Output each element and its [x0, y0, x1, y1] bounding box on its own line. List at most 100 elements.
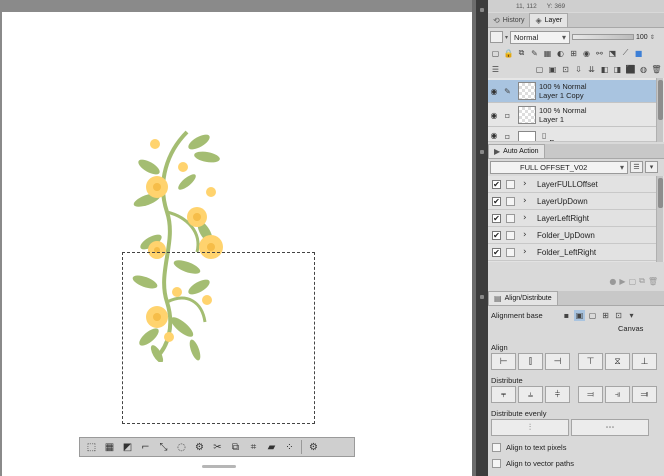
- select-all-icon[interactable]: ▦: [101, 440, 118, 455]
- tab-align-distribute[interactable]: ▤ Align/Distribute: [488, 291, 558, 305]
- distribute-left-icon[interactable]: ⫤: [578, 386, 603, 403]
- grip-icon[interactable]: [480, 150, 484, 154]
- align-text-pixels-row[interactable]: Align to text pixels: [488, 441, 664, 453]
- align-vector-paths-row[interactable]: Align to vector paths: [488, 457, 664, 469]
- invert-selection-icon[interactable]: ◩: [119, 440, 136, 455]
- layer-row[interactable]: ◉ ▫ 100 % Normal Layer 1: [488, 104, 656, 127]
- align-bottom-icon[interactable]: ⊥: [632, 353, 657, 370]
- lock-icon[interactable]: 🔒: [503, 48, 514, 59]
- action-list-scrollbar[interactable]: [656, 176, 663, 262]
- selection-marquee[interactable]: [122, 252, 315, 424]
- align-base-selection-icon[interactable]: ▪: [561, 310, 572, 321]
- new-raster-layer-icon[interactable]: ▢: [534, 64, 545, 75]
- action-item[interactable]: ✔ › LayerFULLOffset: [488, 176, 656, 193]
- dialog-toggle[interactable]: [506, 213, 515, 223]
- distribute-bottom-icon[interactable]: ⫩: [545, 386, 570, 403]
- align-base-last-icon[interactable]: ⊡: [613, 310, 624, 321]
- tool-icon[interactable]: ⟋: [620, 48, 631, 59]
- eye-icon[interactable]: ◉: [488, 87, 500, 96]
- action-menu-icon[interactable]: ☰: [630, 161, 643, 173]
- action-options-icon[interactable]: ▾: [645, 161, 658, 173]
- align-left-icon[interactable]: ⊢: [491, 353, 516, 370]
- layer-list-scrollbar[interactable]: [656, 78, 663, 142]
- align-base-canvas-icon[interactable]: ▣: [574, 309, 585, 321]
- opacity-slider[interactable]: [572, 34, 635, 40]
- apply-mask-icon[interactable]: ◨: [612, 64, 623, 75]
- record-icon[interactable]: ●: [609, 277, 616, 286]
- align-center-v-icon[interactable]: ⧖: [605, 353, 630, 370]
- palette-icon[interactable]: ◉: [581, 48, 592, 59]
- tab-auto-action[interactable]: ▶ Auto Action: [488, 144, 545, 158]
- shrink-selection-icon[interactable]: ⤡: [155, 440, 172, 455]
- check-icon[interactable]: ✔: [492, 230, 501, 240]
- canvas-paper[interactable]: ⬚ ▦ ◩ ⌐ ⤡ ◌ ⚙ ✂ ⧉ ⌗ ▰ ⁘ ⚙: [2, 12, 472, 476]
- layer-mask-icon[interactable]: ◧: [599, 64, 610, 75]
- distribute-evenly-v-icon[interactable]: ⫶: [491, 419, 569, 436]
- mask-icon[interactable]: ◐: [555, 48, 566, 59]
- lock-transparent-icon[interactable]: ▦: [542, 48, 553, 59]
- layer-menu-icon[interactable]: ☰: [490, 64, 501, 75]
- new-folder-icon[interactable]: ⊡: [560, 64, 571, 75]
- align-base-menu-icon[interactable]: ▾: [626, 310, 637, 321]
- grip-icon[interactable]: [480, 295, 484, 299]
- transform-icon[interactable]: ◌: [173, 440, 190, 455]
- lock-slot-icon[interactable]: ▫: [502, 110, 513, 121]
- dialog-toggle[interactable]: [506, 247, 515, 257]
- new-vector-layer-icon[interactable]: ▣: [547, 64, 558, 75]
- chevron-right-icon[interactable]: ›: [523, 213, 533, 223]
- cut-icon[interactable]: ✂: [209, 440, 226, 455]
- blend-mode-select[interactable]: Normal ▾: [510, 30, 571, 44]
- distribute-right-icon[interactable]: ⫥: [632, 386, 657, 403]
- align-base-layer-icon[interactable]: ▢: [587, 310, 598, 321]
- eye-icon[interactable]: ◉: [488, 111, 500, 120]
- merge-icon[interactable]: ⇊: [586, 64, 597, 75]
- layer-row[interactable]: ◉ ✎ 100 % Normal Layer 1 Copy: [488, 80, 656, 103]
- mask-fill-icon[interactable]: ⬛: [625, 64, 636, 75]
- distribute-center-h-icon[interactable]: ⫣: [605, 386, 630, 403]
- rotate-icon[interactable]: ⚙: [191, 440, 208, 455]
- ref-layer-icon[interactable]: ▢: [490, 48, 501, 59]
- scrollbar-thumb[interactable]: [658, 178, 663, 208]
- distribute-center-v-icon[interactable]: ⫨: [518, 386, 543, 403]
- tone-icon[interactable]: ⁘: [281, 440, 298, 455]
- play-icon[interactable]: ▶: [619, 277, 625, 286]
- dialog-toggle[interactable]: [506, 179, 515, 189]
- align-vector-paths-checkbox[interactable]: [492, 458, 501, 468]
- crop-icon[interactable]: ⌗: [245, 440, 262, 455]
- action-set-select[interactable]: FULL OFFSET_V02 ▾: [490, 160, 628, 174]
- chevron-right-icon[interactable]: ›: [523, 196, 533, 206]
- grip-icon[interactable]: [480, 8, 484, 12]
- tone-layer-icon[interactable]: ◍: [638, 64, 649, 75]
- align-text-pixels-checkbox[interactable]: [492, 442, 501, 452]
- deselect-icon[interactable]: ⬚: [83, 440, 100, 455]
- canvas-area[interactable]: ⬚ ▦ ◩ ⌐ ⤡ ◌ ⚙ ✂ ⧉ ⌗ ▰ ⁘ ⚙: [0, 0, 476, 476]
- action-item[interactable]: ✔ › LayerUpDown: [488, 193, 656, 210]
- align-base-key-icon[interactable]: ⊞: [600, 310, 611, 321]
- effect-icon[interactable]: ⬔: [607, 48, 618, 59]
- distribute-evenly-h-icon[interactable]: ⋯: [571, 419, 649, 436]
- align-right-icon[interactable]: ⊣: [545, 353, 570, 370]
- tab-layer[interactable]: ◈ Layer: [529, 13, 569, 27]
- check-icon[interactable]: ✔: [492, 179, 501, 189]
- settings-icon[interactable]: ⚙: [305, 440, 322, 455]
- draft-icon[interactable]: ✎: [529, 48, 540, 59]
- delete-action-icon[interactable]: 🗑: [648, 277, 658, 286]
- action-item[interactable]: ✔ › Folder_LeftRight: [488, 244, 656, 261]
- action-item[interactable]: ✔ › Folder_UpDown: [488, 227, 656, 244]
- distribute-top-icon[interactable]: ⫧: [491, 386, 516, 403]
- transfer-down-icon[interactable]: ⇩: [573, 64, 584, 75]
- scrollbar-thumb[interactable]: [658, 80, 663, 120]
- chevron-right-icon[interactable]: ›: [523, 230, 533, 240]
- edit-pen-icon[interactable]: ✎: [502, 86, 513, 97]
- action-item[interactable]: ✔ › LayerLeftRight: [488, 210, 656, 227]
- delete-layer-icon[interactable]: 🗑: [651, 64, 662, 75]
- opacity-value[interactable]: 100: [636, 34, 648, 41]
- check-icon[interactable]: ✔: [492, 247, 501, 257]
- tab-history[interactable]: ⟲ History: [488, 13, 529, 27]
- dialog-toggle[interactable]: [506, 230, 515, 240]
- new-action-icon[interactable]: ▢: [629, 277, 637, 286]
- check-icon[interactable]: ✔: [492, 213, 501, 223]
- link-icon[interactable]: ⚯: [594, 48, 605, 59]
- eye-icon[interactable]: ◉: [488, 131, 500, 140]
- align-center-h-icon[interactable]: ⫿: [518, 353, 543, 370]
